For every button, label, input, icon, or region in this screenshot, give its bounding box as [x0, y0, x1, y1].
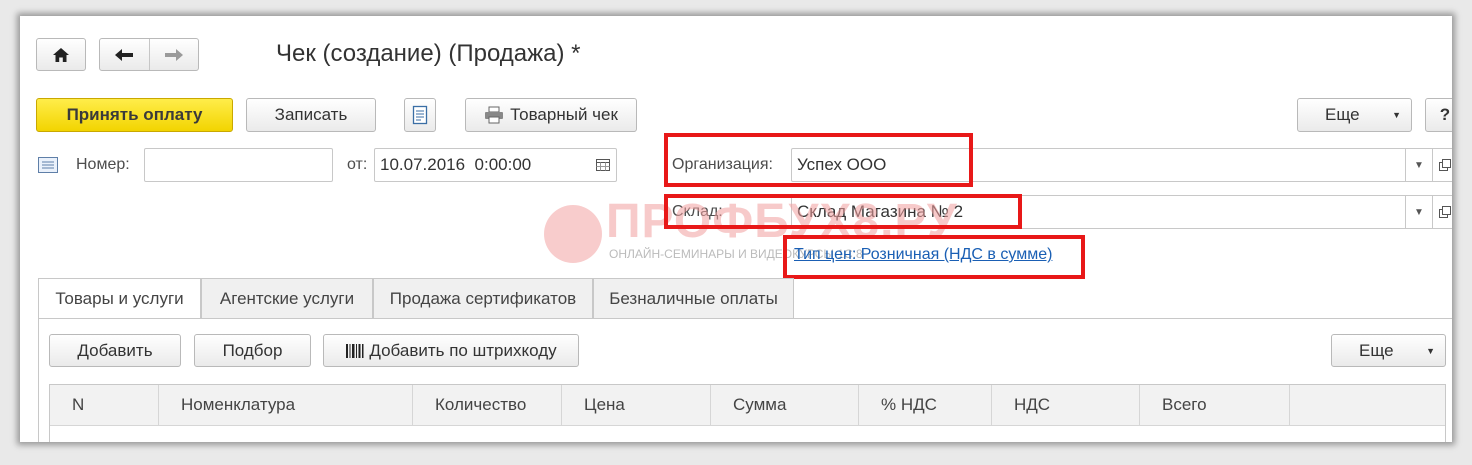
page-title: Чек (создание) (Продажа) * — [276, 40, 581, 67]
open-form-icon — [1439, 206, 1451, 218]
back-forward-group — [99, 38, 199, 71]
table-more-label: Еще — [1359, 340, 1394, 360]
home-icon — [53, 47, 69, 62]
document-window: Чек (создание) (Продажа) * Принять оплат… — [20, 16, 1452, 442]
save-button[interactable]: Записать — [246, 98, 376, 132]
add-by-barcode-button[interactable]: Добавить по штрихкоду — [323, 334, 579, 367]
home-button[interactable] — [36, 38, 86, 71]
number-label: Номер: — [76, 156, 130, 173]
column-header-vat-rate[interactable]: % НДС — [859, 385, 992, 425]
add-by-barcode-label: Добавить по штрихкоду — [369, 340, 557, 360]
column-header-total[interactable]: Всего — [1140, 385, 1290, 425]
chevron-down-icon: ▼ — [1392, 110, 1401, 120]
tab-panel-border — [38, 318, 1452, 319]
tab-goods-and-services[interactable]: Товары и услуги — [38, 278, 201, 319]
warehouse-dropdown-button[interactable]: ▼ — [1405, 195, 1433, 229]
column-header-n[interactable]: N — [50, 385, 159, 425]
receipt-button[interactable]: Товарный чек — [465, 98, 637, 132]
print-document-button[interactable] — [404, 98, 436, 132]
column-header-sum[interactable]: Сумма — [711, 385, 859, 425]
column-header-quantity[interactable]: Количество — [413, 385, 562, 425]
arrow-right-icon — [164, 48, 183, 61]
tab-cashless-payments[interactable]: Безналичные оплаты — [593, 278, 794, 318]
add-button[interactable]: Добавить — [49, 334, 181, 367]
printer-icon — [485, 106, 504, 124]
highlight-warehouse — [664, 194, 1022, 229]
table-more-button[interactable]: Еще ▼ — [1331, 334, 1446, 367]
organization-dropdown-button[interactable]: ▼ — [1405, 148, 1433, 182]
arrow-left-icon — [115, 48, 134, 61]
back-button[interactable] — [100, 39, 150, 70]
tab-agent-services[interactable]: Агентские услуги — [201, 278, 373, 318]
chevron-down-icon: ▼ — [1426, 345, 1435, 356]
highlight-organization — [664, 133, 973, 187]
table-header: N Номенклатура Количество Цена Сумма % Н… — [49, 384, 1446, 442]
column-header-price[interactable]: Цена — [562, 385, 711, 425]
calendar-icon — [596, 159, 610, 171]
tab-panel-left-border — [38, 318, 39, 442]
date-field[interactable]: 10.07.2016 0:00:00 — [374, 148, 617, 182]
number-field[interactable] — [144, 148, 333, 182]
open-form-icon — [1439, 159, 1451, 171]
column-header-nomenclature[interactable]: Номенклатура — [159, 385, 413, 425]
forward-button[interactable] — [150, 39, 198, 70]
calendar-button[interactable] — [590, 149, 616, 181]
more-button[interactable]: Еще ▼ — [1297, 98, 1412, 132]
help-button[interactable]: ? — [1425, 98, 1452, 132]
accept-payment-button[interactable]: Принять оплату — [36, 98, 233, 132]
more-button-label: Еще — [1325, 105, 1360, 124]
barcode-icon — [346, 343, 364, 358]
watermark-logo — [544, 205, 602, 263]
date-label: от: — [347, 156, 368, 173]
highlight-price-type — [783, 235, 1085, 279]
list-icon — [38, 157, 58, 173]
column-header-vat[interactable]: НДС — [992, 385, 1140, 425]
date-value: 10.07.2016 0:00:00 — [380, 155, 532, 174]
warehouse-open-button[interactable] — [1432, 195, 1452, 229]
document-icon — [412, 105, 428, 125]
tab-certificate-sales[interactable]: Продажа сертификатов — [373, 278, 593, 318]
organization-open-button[interactable] — [1432, 148, 1452, 182]
receipt-button-label: Товарный чек — [510, 105, 618, 124]
pick-button[interactable]: Подбор — [194, 334, 311, 367]
column-header-empty — [1290, 385, 1445, 425]
